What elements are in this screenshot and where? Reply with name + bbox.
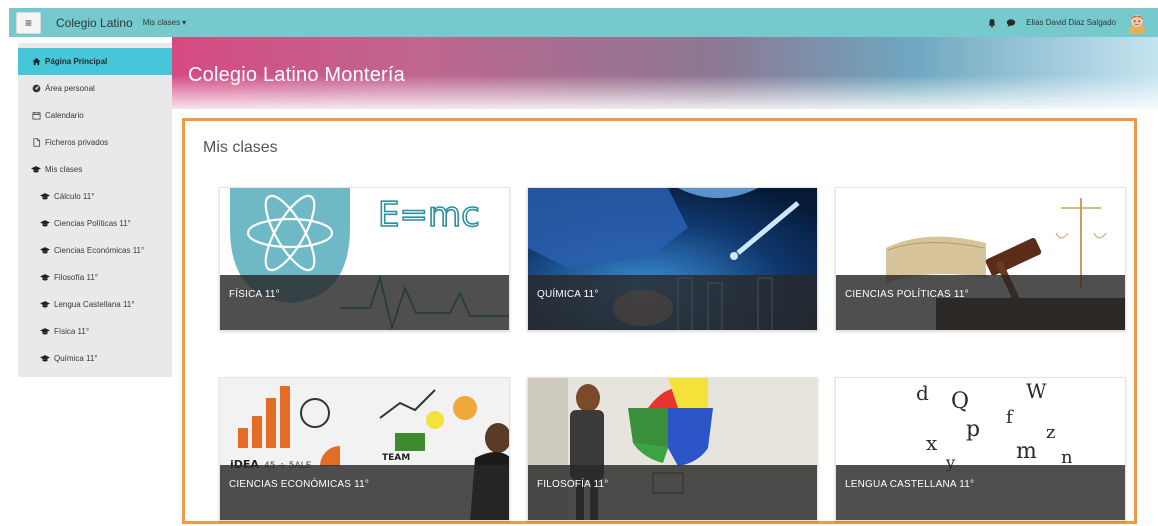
user-avatar[interactable]: [1126, 12, 1148, 34]
sidebar-item-pagina-principal[interactable]: Página Principal: [18, 48, 172, 75]
art-letter: x: [926, 431, 938, 455]
user-name[interactable]: Elias David Diaz Salgado: [1026, 18, 1116, 27]
course-title: FILOSOFÍA 11°: [537, 479, 609, 490]
course-card-ciencias-politicas[interactable]: CIENCIAS POLÍTICAS 11°: [835, 187, 1126, 331]
course-title: LENGUA CASTELLANA 11°: [845, 479, 975, 490]
art-letter: d: [916, 381, 929, 405]
course-title-bar: CIENCIAS POLÍTICAS 11°: [836, 275, 1125, 330]
art-letter: m: [1016, 439, 1037, 464]
course-title-bar: FILOSOFÍA 11°: [528, 465, 817, 520]
top-navbar: ≡ Colegio Latino Mis clases ▾ Elias Davi…: [9, 8, 1158, 37]
sidebar-item-calendario[interactable]: Calendario: [18, 102, 172, 129]
sidebar-item-filosofia[interactable]: Filosofía 11°: [18, 264, 172, 291]
dashboard-icon: [30, 83, 42, 95]
graduation-cap-icon: [39, 218, 51, 230]
course-title: FÍSICA 11°: [229, 289, 280, 300]
mis-clases-panel: Mis clases E=mc FÍSICA 11° QUÍMICA 11° C…: [182, 118, 1137, 524]
sidebar-item-label: Química 11°: [54, 354, 98, 363]
art-letter: p: [966, 417, 980, 442]
graduation-cap-icon: [39, 326, 51, 338]
sidebar-item-label: Área personal: [45, 84, 95, 93]
course-card-ciencias-economicas[interactable]: iDEA 45 ÷ 5ALE TEAM CIENCIAS ECONÓMICAS …: [219, 377, 510, 521]
course-title: CIENCIAS ECONÓMICAS 11°: [229, 479, 370, 490]
sidebar-item-label: Física 11°: [54, 327, 90, 336]
section-title: Mis clases: [203, 139, 278, 156]
course-card-fisica[interactable]: E=mc FÍSICA 11°: [219, 187, 510, 331]
sidebar-item-mis-clases[interactable]: Mis clases: [18, 156, 172, 183]
graduation-cap-icon: [39, 272, 51, 284]
course-title-bar: FÍSICA 11°: [220, 275, 509, 330]
hamburger-menu-button[interactable]: ≡: [16, 11, 41, 34]
art-letter: Q: [951, 389, 969, 414]
sidebar-item-label: Filosofía 11°: [54, 273, 98, 282]
sidebar-item-fisica[interactable]: Física 11°: [18, 318, 172, 345]
bell-icon[interactable]: [986, 17, 998, 29]
sidebar-item-label: Ciencias Políticas 11°: [54, 219, 131, 228]
home-icon: [30, 56, 42, 68]
course-title-bar: QUÍMICA 11°: [528, 275, 817, 330]
caret-down-icon: ▾: [182, 18, 187, 27]
file-icon: [30, 137, 42, 149]
sidebar-item-label: Ficheros privados: [45, 138, 109, 147]
graduation-cap-icon: [30, 164, 42, 176]
sidebar-item-label: Página Principal: [45, 57, 108, 66]
course-card-lengua-castellana[interactable]: d Q W f p z x m n y LENGUA CASTELLANA 11…: [835, 377, 1126, 521]
course-card-quimica[interactable]: QUÍMICA 11°: [527, 187, 818, 331]
sidebar-item-lengua-castellana[interactable]: Lengua Castellana 11°: [18, 291, 172, 318]
sidebar-item-label: Calendario: [45, 111, 84, 120]
course-title-bar: LENGUA CASTELLANA 11°: [836, 465, 1125, 520]
course-card-filosofia[interactable]: FILOSOFÍA 11°: [527, 377, 818, 521]
mis-clases-dropdown-label: Mis clases: [142, 18, 181, 27]
graduation-cap-icon: [39, 191, 51, 203]
course-title-bar: CIENCIAS ECONÓMICAS 11°: [220, 465, 509, 520]
page-title: Colegio Latino Montería: [188, 64, 405, 86]
message-icon[interactable]: [1005, 17, 1017, 29]
sidebar-item-label: Cálculo 11°: [54, 192, 95, 201]
sidebar-item-calculo[interactable]: Cálculo 11°: [18, 183, 172, 210]
sidebar-item-quimica[interactable]: Química 11°: [18, 345, 172, 372]
sidebar-item-label: Ciencias Económicas 11°: [54, 246, 145, 255]
sidebar-nav: Página Principal Área personal Calendari…: [18, 43, 172, 377]
hamburger-icon: ≡: [24, 15, 32, 30]
formula-text: E=mc: [378, 195, 480, 235]
sidebar-item-label: Mis clases: [45, 165, 83, 174]
sidebar-item-ficheros-privados[interactable]: Ficheros privados: [18, 129, 172, 156]
graduation-cap-icon: [39, 245, 51, 257]
graduation-cap-icon: [39, 299, 51, 311]
art-letter: W: [1026, 379, 1047, 403]
sidebar-item-label: Lengua Castellana 11°: [54, 300, 135, 309]
sidebar-item-ciencias-economicas[interactable]: Ciencias Económicas 11°: [18, 237, 172, 264]
mis-clases-dropdown[interactable]: Mis clases ▾: [143, 18, 186, 27]
graduation-cap-icon: [39, 353, 51, 365]
sidebar-item-area-personal[interactable]: Área personal: [18, 75, 172, 102]
calendar-icon: [30, 110, 42, 122]
art-letter: z: [1046, 422, 1055, 443]
course-title: QUÍMICA 11°: [537, 289, 599, 300]
header-banner: Colegio Latino Montería: [172, 37, 1158, 109]
site-brand[interactable]: Colegio Latino: [56, 16, 133, 30]
course-title: CIENCIAS POLÍTICAS 11°: [845, 289, 969, 300]
team-text: TEAM: [382, 453, 410, 463]
sidebar-item-ciencias-politicas[interactable]: Ciencias Políticas 11°: [18, 210, 172, 237]
